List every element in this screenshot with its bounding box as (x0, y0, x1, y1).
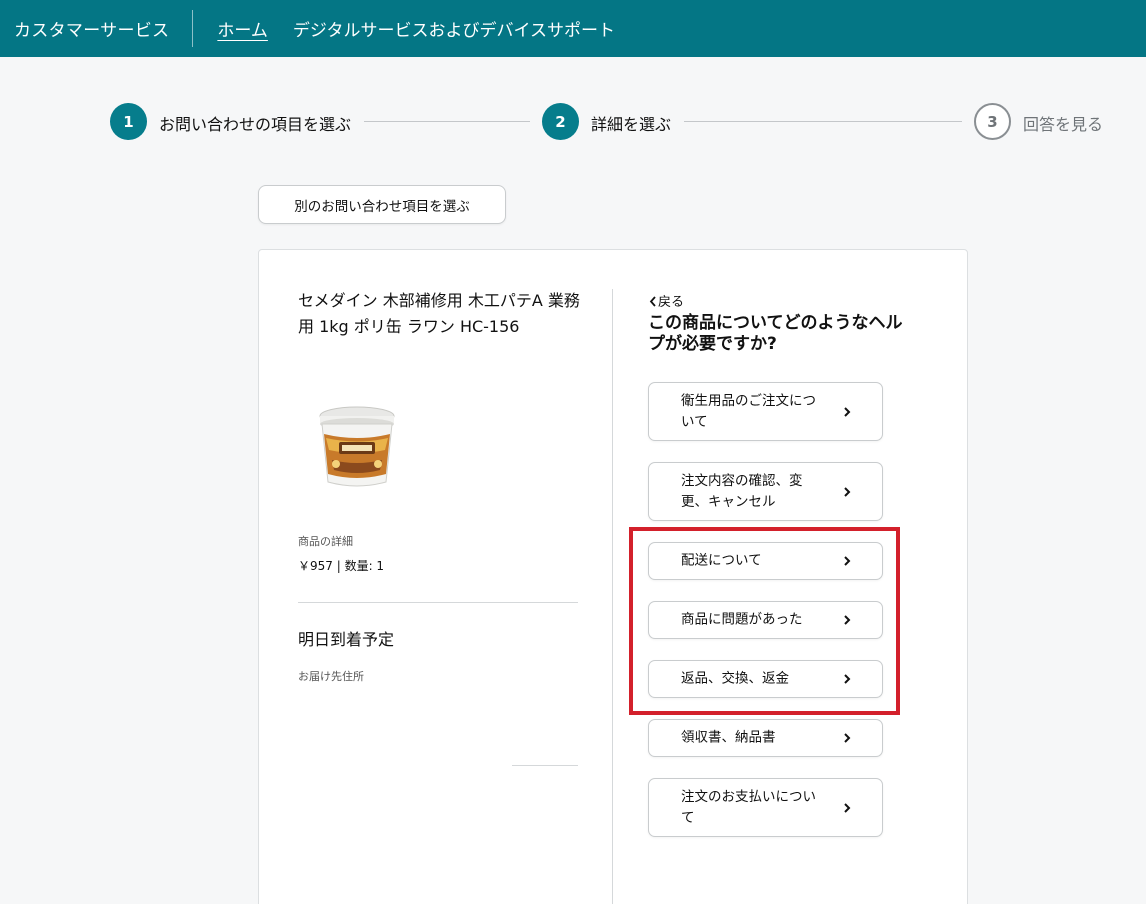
option-hygiene-orders[interactable]: 衛生用品のご注文について (648, 382, 883, 441)
step-1-circle: 1 (110, 103, 147, 140)
help-question-heading: この商品についてどのようなヘルプが必要ですか? (648, 313, 903, 354)
step-connector-2 (684, 121, 962, 122)
product-title[interactable]: セメダイン 木部補修用 木工パテA 業務用 1kg ポリ缶 ラワン HC-156 (298, 288, 588, 340)
top-navigation-bar: カスタマーサービス ホーム デジタルサービスおよびデバイスサポート (0, 0, 1146, 57)
option-label: 領収書、納品書 (681, 729, 776, 746)
step-3-circle: 3 (974, 103, 1011, 140)
back-link[interactable]: 戻る (648, 291, 684, 310)
option-order-payment[interactable]: 注文のお支払いについて (648, 778, 883, 837)
product-details-label: 商品の詳細 (298, 535, 353, 548)
step-connector-1 (364, 121, 530, 122)
brand-title[interactable]: カスタマーサービス (14, 16, 169, 41)
option-label: 注文のお支払いについて (681, 788, 816, 826)
option-label: 衛生用品のご注文について (681, 392, 816, 430)
details-divider (298, 602, 578, 603)
section-link[interactable]: デジタルサービスおよびデバイスサポート (293, 16, 615, 41)
delivery-address-label: お届け先住所 (298, 670, 364, 683)
option-receipts-invoices[interactable]: 領収書、納品書 (648, 719, 883, 757)
putty-container-image[interactable] (312, 398, 402, 490)
arrival-estimate: 明日到着予定 (298, 630, 395, 649)
highlight-box-annotation (629, 527, 900, 715)
card-column-divider (612, 289, 613, 904)
chevron-right-icon (844, 486, 851, 497)
back-link-label: 戻る (658, 295, 685, 310)
address-divider (512, 765, 578, 766)
step-1-label: お問い合わせの項目を選ぶ (159, 115, 352, 134)
option-label: 注文内容の確認、変更、キャンセル (681, 472, 803, 510)
chevron-right-icon (844, 406, 851, 417)
chevron-left-icon (649, 296, 656, 307)
header-divider (192, 10, 194, 47)
chevron-right-icon (844, 733, 851, 743)
step-3-label: 回答を見る (1023, 115, 1104, 134)
chevron-right-icon (844, 802, 851, 813)
choose-other-inquiry-button[interactable]: 別のお問い合わせ項目を選ぶ (258, 185, 506, 224)
home-link[interactable]: ホーム (217, 16, 268, 41)
step-2-circle: 2 (542, 103, 579, 140)
step-2-label: 詳細を選ぶ (591, 115, 672, 134)
price-quantity: ￥957 | 数量: 1 (298, 559, 385, 573)
option-order-change-cancel[interactable]: 注文内容の確認、変更、キャンセル (648, 462, 883, 521)
